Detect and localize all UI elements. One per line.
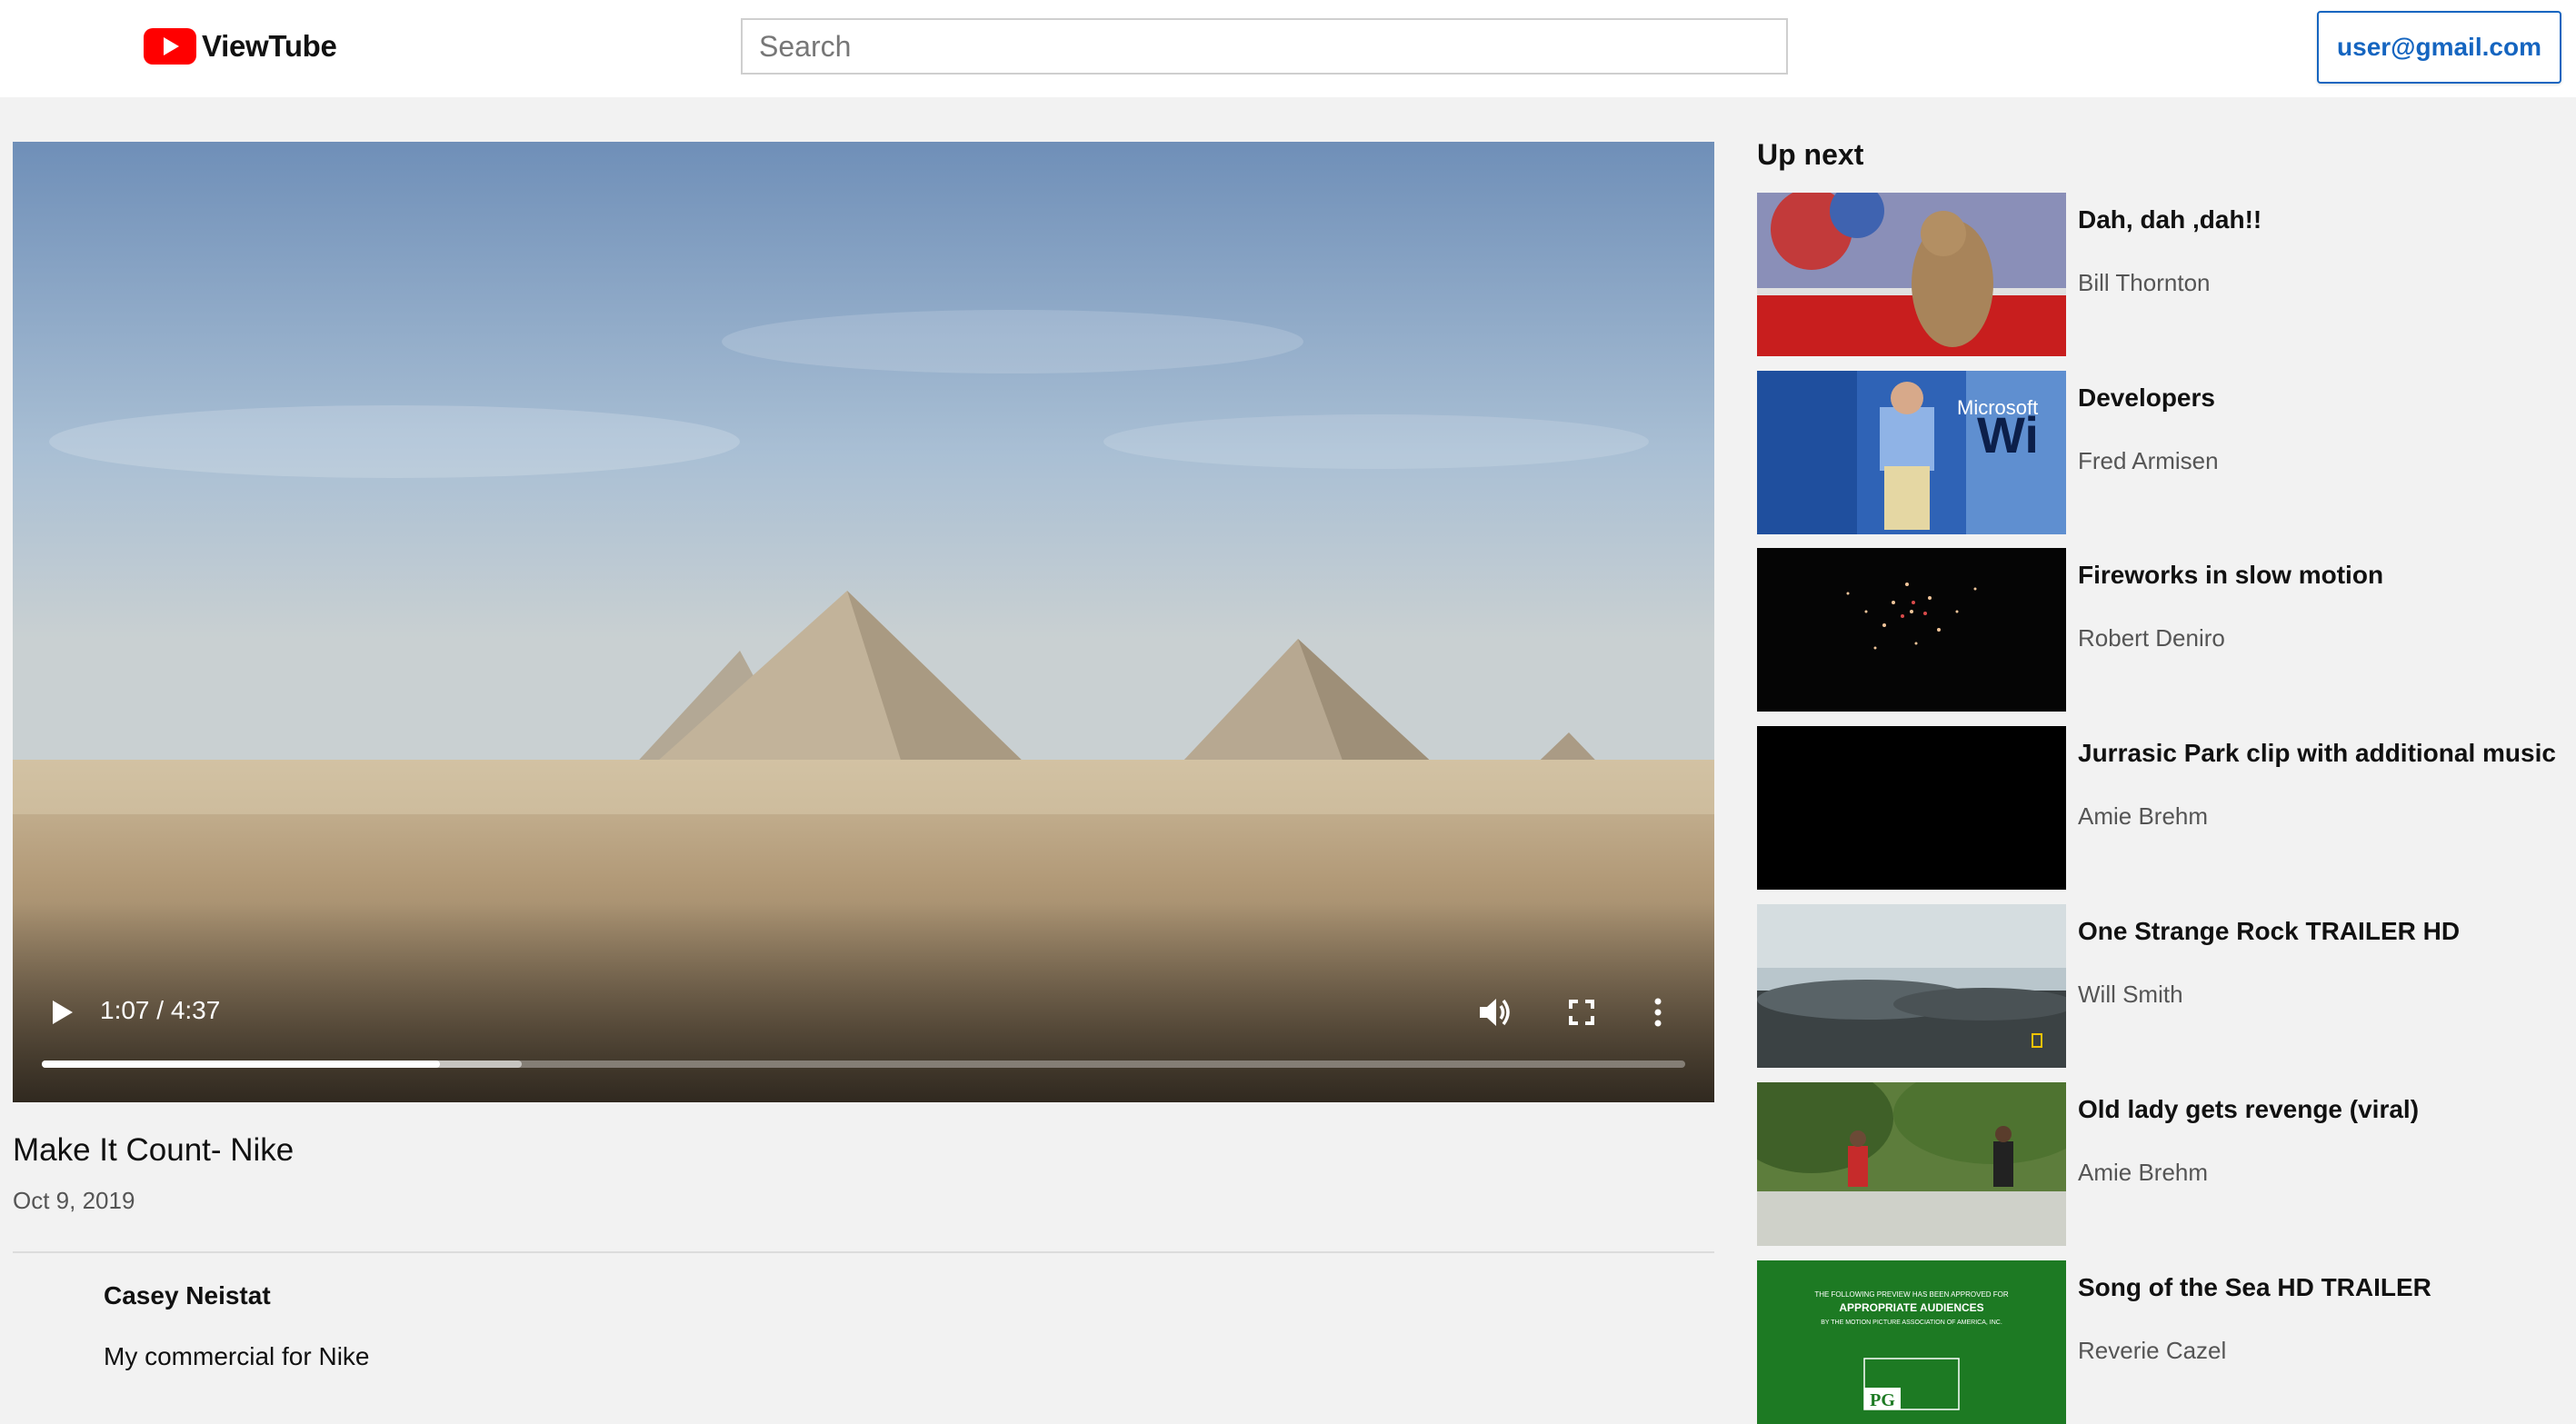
up-next-title[interactable]: Jurrasic Park clip with additional music bbox=[2078, 739, 2556, 768]
video-description: My commercial for Nike bbox=[104, 1342, 370, 1370]
more-vert-icon[interactable] bbox=[1649, 992, 1667, 1032]
up-next-item[interactable]: Fireworks in slow motion Robert Deniro bbox=[1757, 548, 2557, 712]
time-display: 1:07 / 4:37 bbox=[100, 996, 221, 1024]
up-next-item[interactable]: Jurrasic Park clip with additional music… bbox=[1757, 726, 2557, 890]
svg-text:BY THE MOTION PICTURE ASSOCIAT: BY THE MOTION PICTURE ASSOCIATION OF AME… bbox=[1821, 1319, 2002, 1326]
account-button[interactable]: user@gmail.com bbox=[2317, 11, 2561, 84]
up-next-title[interactable]: Old lady gets revenge (viral) bbox=[2078, 1095, 2419, 1124]
top-bar: ViewTube user@gmail.com bbox=[0, 0, 2576, 97]
video-title: Make It Count- Nike bbox=[13, 1132, 295, 1168]
up-next-heading: Up next bbox=[1757, 138, 1864, 171]
progress-bar[interactable] bbox=[42, 1061, 1685, 1068]
up-next-title[interactable]: Song of the Sea HD TRAILER bbox=[2078, 1273, 2431, 1302]
controls-overlay bbox=[13, 902, 1714, 1102]
logo[interactable]: ViewTube bbox=[144, 27, 337, 65]
svg-text:PG: PG bbox=[1870, 1390, 1895, 1410]
video-thumbnail[interactable]: THE FOLLOWING PREVIEW HAS BEEN APPROVED … bbox=[1757, 1260, 2066, 1424]
up-next-author: Amie Brehm bbox=[2078, 802, 2209, 830]
video-thumbnail[interactable] bbox=[1757, 548, 2066, 712]
up-next-author: Fred Armisen bbox=[2078, 447, 2219, 474]
video-thumbnail[interactable] bbox=[1757, 1082, 2066, 1246]
video-thumbnail[interactable] bbox=[1757, 726, 2066, 890]
progress-played bbox=[42, 1061, 440, 1068]
search-input[interactable] bbox=[741, 18, 1788, 75]
up-next-author: Reverie Cazel bbox=[2078, 1337, 2227, 1364]
app-name: ViewTube bbox=[202, 29, 337, 63]
thumbnail-image bbox=[1757, 1082, 2066, 1246]
video-thumbnail[interactable] bbox=[1757, 193, 2066, 356]
thumbnail-image: Microsoft Wi bbox=[1757, 371, 2066, 534]
up-next-author: Amie Brehm bbox=[2078, 1159, 2209, 1186]
up-next-title[interactable]: Developers bbox=[2078, 383, 2215, 413]
video-thumbnail[interactable]: Microsoft Wi bbox=[1757, 371, 2066, 534]
svg-text:THE FOLLOWING PREVIEW HAS BEEN: THE FOLLOWING PREVIEW HAS BEEN APPROVED … bbox=[1814, 1290, 2009, 1299]
up-next-author: Will Smith bbox=[2078, 981, 2183, 1008]
svg-text:Wi: Wi bbox=[1977, 406, 2039, 463]
thumbnail-image: THE FOLLOWING PREVIEW HAS BEEN APPROVED … bbox=[1757, 1260, 2066, 1424]
up-next-title[interactable]: One Strange Rock TRAILER HD bbox=[2078, 917, 2460, 946]
up-next-item[interactable]: Old lady gets revenge (viral) Amie Brehm bbox=[1757, 1082, 2557, 1246]
up-next-item[interactable]: Microsoft Wi Developers Fred Armisen bbox=[1757, 371, 2557, 534]
up-next-item[interactable]: Dah, dah ,dah!! Bill Thornton bbox=[1757, 193, 2557, 356]
volume-icon[interactable] bbox=[1474, 992, 1514, 1032]
svg-text:APPROPRIATE AUDIENCES: APPROPRIATE AUDIENCES bbox=[1839, 1301, 1983, 1314]
channel-name[interactable]: Casey Neistat bbox=[104, 1281, 271, 1310]
up-next-title[interactable]: Fireworks in slow motion bbox=[2078, 561, 2383, 590]
thumbnail-image bbox=[1757, 548, 2066, 712]
play-icon[interactable] bbox=[44, 994, 80, 1031]
up-next-author: Bill Thornton bbox=[2078, 269, 2211, 296]
divider bbox=[13, 1251, 1714, 1253]
thumbnail-image bbox=[1757, 904, 2066, 1068]
thumbnail-image bbox=[1757, 726, 2066, 890]
play-logo-icon bbox=[144, 28, 196, 65]
up-next-title[interactable]: Dah, dah ,dah!! bbox=[2078, 205, 2261, 234]
up-next-item[interactable]: THE FOLLOWING PREVIEW HAS BEEN APPROVED … bbox=[1757, 1260, 2557, 1424]
video-date: Oct 9, 2019 bbox=[13, 1187, 135, 1214]
fullscreen-icon[interactable] bbox=[1563, 994, 1600, 1031]
video-player[interactable]: 1:07 / 4:37 bbox=[13, 142, 1714, 1102]
up-next-item[interactable]: One Strange Rock TRAILER HD Will Smith bbox=[1757, 904, 2557, 1068]
video-thumbnail[interactable] bbox=[1757, 904, 2066, 1068]
thumbnail-image bbox=[1757, 193, 2066, 356]
up-next-author: Robert Deniro bbox=[2078, 624, 2225, 652]
